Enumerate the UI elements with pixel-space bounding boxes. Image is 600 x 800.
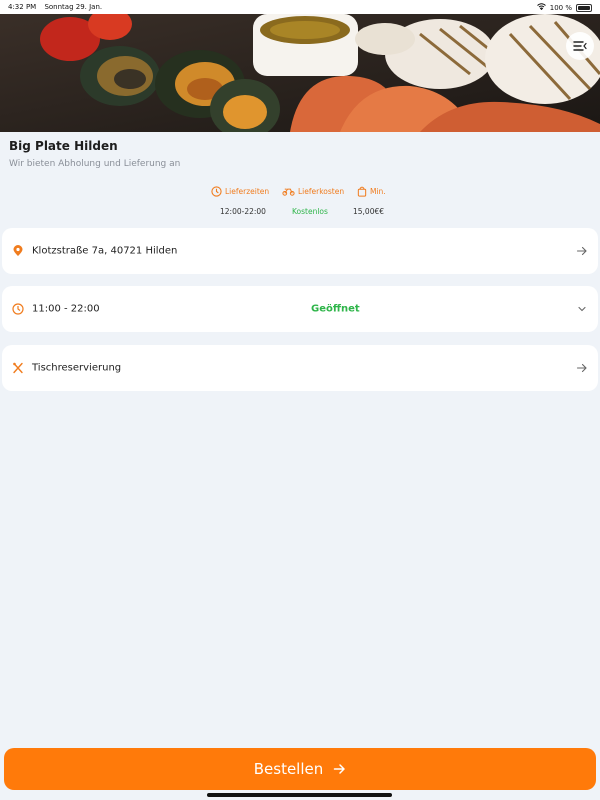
location-pin-icon [13, 245, 23, 256]
restaurant-name: Big Plate Hilden [9, 139, 118, 153]
opening-hours-label: 11:00 - 22:00 [32, 303, 100, 315]
min-order-label: Min. [370, 187, 386, 196]
delivery-cost-info: Lieferkosten [282, 186, 344, 196]
home-indicator [207, 793, 392, 797]
hero-image [0, 14, 600, 132]
menu-collapse-icon [573, 41, 587, 51]
arrow-right-icon [576, 363, 587, 373]
open-status-badge: Geöffnet [311, 303, 360, 315]
order-button-label: Bestellen [253, 760, 324, 778]
table-reservation-label: Tischreservierung [32, 362, 122, 374]
delivery-times-info: Lieferzeiten [211, 186, 269, 197]
battery-icon [576, 3, 592, 12]
chevron-down-icon [578, 306, 586, 312]
delivery-cost-label: Lieferkosten [298, 186, 345, 196]
min-order-info: Min. [357, 186, 386, 197]
delivery-times-label: Lieferzeiten [225, 187, 270, 196]
delivery-cost-value: Kostenlos [292, 207, 328, 216]
clock-icon [12, 303, 24, 315]
min-order-value: 15,00€€ [353, 207, 385, 216]
bag-icon [357, 186, 367, 197]
order-button[interactable]: Bestellen [4, 748, 596, 790]
address-card[interactable]: Klotzstraße 7a, 40721 Hilden [2, 228, 598, 274]
address-label: Klotzstraße 7a, 40721 Hilden [32, 245, 178, 257]
arrow-right-icon [576, 246, 587, 256]
status-time: 4:32 PM [8, 3, 37, 11]
opening-hours-card[interactable]: 11:00 - 22:00 Geöffnet [2, 286, 598, 332]
menu-button[interactable] [566, 32, 594, 60]
clock-icon [211, 186, 222, 197]
cutlery-icon [13, 362, 23, 374]
battery-percent: 100 % [549, 3, 572, 12]
wifi-icon [536, 3, 546, 12]
arrow-right-icon [334, 764, 345, 774]
scooter-icon [282, 188, 295, 196]
restaurant-tagline: Wir bieten Abholung und Lieferung an [9, 159, 181, 169]
delivery-times-value: 12:00-22:00 [220, 207, 266, 216]
status-date: Sonntag 29. Jan. [44, 3, 103, 11]
status-bar: 4:32 PM Sonntag 29. Jan. 100 % [0, 0, 600, 14]
table-reservation-card[interactable]: Tischreservierung [2, 345, 598, 391]
